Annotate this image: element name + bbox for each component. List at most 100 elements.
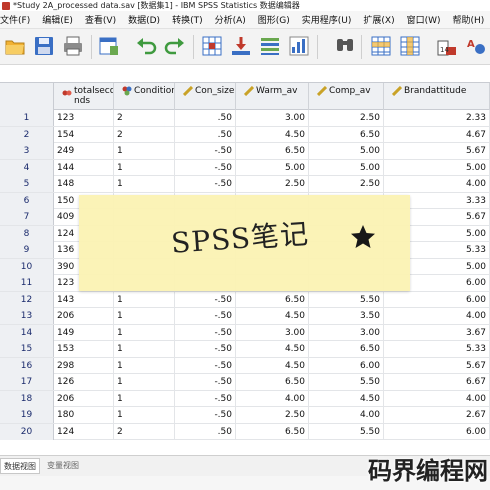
table-cell[interactable]: 3.67 [384,324,490,341]
table-cell[interactable]: -.50 [175,308,236,324]
table-cell[interactable]: 2.67 [384,407,490,423]
row-number[interactable]: 15 [0,341,54,357]
insert-variable-icon[interactable] [399,35,421,57]
table-cell[interactable]: 206 [54,390,114,407]
table-cell[interactable]: -.50 [175,159,236,176]
table-cell[interactable]: 249 [54,143,114,159]
menu-data[interactable]: 数据(D) [128,13,167,26]
table-cell[interactable]: -.50 [175,176,236,192]
table-cell[interactable]: 4.00 [236,390,309,407]
table-cell[interactable]: 144 [54,159,114,176]
row-number[interactable]: 9 [0,242,54,258]
table-cell[interactable]: -.50 [175,324,236,341]
table-cell[interactable]: 2.50 [236,407,309,423]
row-number[interactable]: 3 [0,143,54,159]
table-cell[interactable]: 180 [54,407,114,423]
find-icon[interactable] [334,35,356,57]
table-cell[interactable]: 143 [54,291,114,308]
table-cell[interactable]: 5.50 [309,291,384,308]
goto-case-icon[interactable] [201,35,223,57]
table-cell[interactable]: 1 [114,390,175,407]
table-cell[interactable]: 3.00 [309,324,384,341]
row-number[interactable]: 5 [0,176,54,192]
table-cell[interactable]: 1 [114,374,175,390]
goto-variable-icon[interactable] [230,35,252,57]
redo-icon[interactable] [164,35,186,57]
insert-cases-icon[interactable] [370,35,392,57]
table-cell[interactable]: 1 [114,143,175,159]
value-labels-icon[interactable]: A [465,35,487,57]
table-cell[interactable]: .50 [175,423,236,440]
row-number[interactable]: 14 [0,324,54,341]
table-cell[interactable]: 3.00 [236,110,309,126]
table-cell[interactable]: 2.50 [309,176,384,192]
table-cell[interactable]: 6.50 [236,143,309,159]
variables-icon[interactable] [259,35,281,57]
table-cell[interactable]: 123 [54,110,114,126]
table-cell[interactable]: 1 [114,159,175,176]
column-header-brandattitude[interactable]: Brandattitude [384,83,490,110]
row-number[interactable]: 4 [0,159,54,176]
split-file-icon[interactable]: 14 [436,35,458,57]
menu-help[interactable]: 帮助(H) [453,13,490,26]
undo-icon[interactable] [135,35,157,57]
table-cell[interactable]: -.50 [175,407,236,423]
row-number[interactable]: 6 [0,192,54,209]
table-cell[interactable]: 148 [54,176,114,192]
table-cell[interactable]: 2.33 [384,110,490,126]
table-cell[interactable]: 126 [54,374,114,390]
table-cell[interactable]: -.50 [175,357,236,374]
table-cell[interactable]: 6.00 [309,357,384,374]
tab-variable-view[interactable]: 变量视图 [44,458,82,474]
table-cell[interactable]: 6.50 [236,374,309,390]
row-number[interactable]: 19 [0,407,54,423]
print-icon[interactable] [62,35,84,57]
row-number[interactable]: 1 [0,110,54,126]
row-number[interactable]: 11 [0,275,54,291]
column-header-condition[interactable]: Condition [114,83,175,110]
table-cell[interactable]: 298 [54,357,114,374]
table-cell[interactable]: 6.50 [309,341,384,357]
row-number[interactable]: 7 [0,209,54,225]
table-cell[interactable]: 6.50 [309,126,384,143]
column-header-con-size[interactable]: Con_size [175,83,236,110]
table-cell[interactable]: 4.50 [236,357,309,374]
table-cell[interactable]: 4.00 [384,176,490,192]
table-cell[interactable]: 1 [114,308,175,324]
menu-window[interactable]: 窗口(W) [407,13,448,26]
table-cell[interactable]: 124 [54,423,114,440]
table-cell[interactable]: 4.50 [309,390,384,407]
column-header-warm-av[interactable]: Warm_av [236,83,309,110]
table-cell[interactable]: 2.50 [236,176,309,192]
table-cell[interactable]: 153 [54,341,114,357]
save-icon[interactable] [33,35,55,57]
table-cell[interactable]: 3.00 [236,324,309,341]
dialog-recall-icon[interactable] [98,35,120,57]
table-cell[interactable]: 6.00 [384,291,490,308]
table-cell[interactable]: 2.50 [309,110,384,126]
tab-data-view[interactable]: 数据视图 [0,458,40,474]
table-cell[interactable]: 1 [114,176,175,192]
row-number[interactable]: 20 [0,423,54,440]
table-cell[interactable]: 149 [54,324,114,341]
row-number[interactable]: 10 [0,258,54,275]
row-number[interactable]: 2 [0,126,54,143]
table-cell[interactable]: 6.00 [384,423,490,440]
table-cell[interactable]: -.50 [175,374,236,390]
table-cell[interactable]: -.50 [175,143,236,159]
run-descriptive-icon[interactable] [288,35,310,57]
row-number[interactable]: 12 [0,291,54,308]
row-number[interactable]: 18 [0,390,54,407]
table-cell[interactable]: 5.00 [384,159,490,176]
table-cell[interactable]: 5.50 [309,423,384,440]
table-cell[interactable]: -.50 [175,341,236,357]
table-cell[interactable]: 5.00 [236,159,309,176]
table-cell[interactable]: 2 [114,110,175,126]
table-cell[interactable]: 5.50 [309,374,384,390]
menu-graphs[interactable]: 图形(G) [258,13,297,26]
table-cell[interactable]: 4.00 [309,407,384,423]
table-cell[interactable]: 4.50 [236,341,309,357]
menu-utilities[interactable]: 实用程序(U) [302,13,359,26]
table-cell[interactable]: 4.00 [384,308,490,324]
menu-view[interactable]: 查看(V) [85,13,123,26]
